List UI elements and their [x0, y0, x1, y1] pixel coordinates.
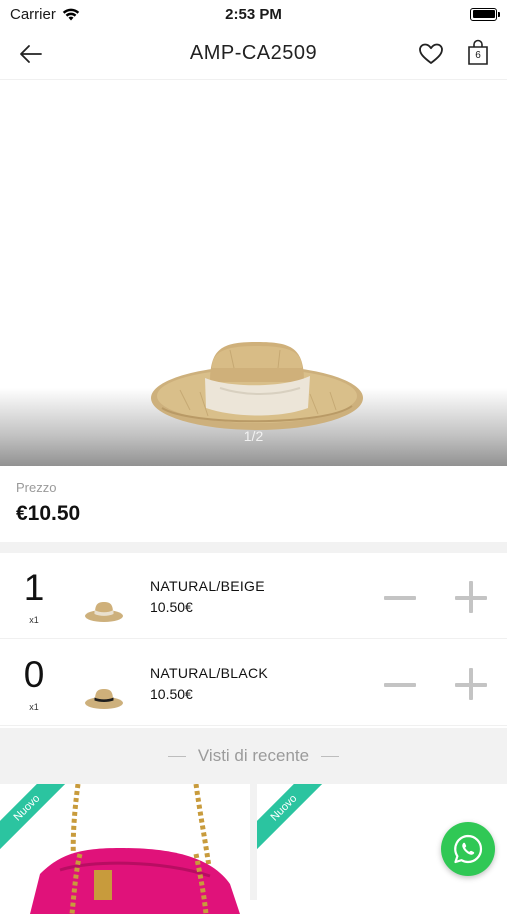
- increase-quantity-button[interactable]: [451, 577, 491, 617]
- product-image-gallery[interactable]: 1/2: [0, 80, 507, 466]
- price-label: Prezzo: [16, 480, 57, 495]
- decrease-quantity-button[interactable]: [380, 664, 420, 704]
- recently-viewed-section: Visti di recente Nuovo Nuovo: [0, 728, 507, 914]
- cart-button[interactable]: 6: [467, 39, 489, 67]
- whatsapp-button[interactable]: [441, 822, 495, 876]
- new-badge: Nuovo: [257, 784, 330, 854]
- divider: [0, 542, 507, 553]
- recently-viewed-title: Visti di recente: [197, 746, 310, 765]
- status-left: Carrier: [10, 6, 80, 23]
- wifi-icon: [62, 8, 80, 20]
- variant-thumbnail: [85, 689, 123, 709]
- price-value: €10.50: [16, 502, 81, 525]
- carrier-label: Carrier: [10, 5, 56, 23]
- variant-price: 10.50€: [150, 686, 193, 702]
- quantity-unit: x1: [29, 615, 39, 625]
- back-button[interactable]: [16, 40, 46, 68]
- increase-quantity-button[interactable]: [451, 664, 491, 704]
- variant-name: NATURAL/BEIGE: [150, 578, 265, 594]
- decrease-quantity-button[interactable]: [380, 577, 420, 617]
- variant-thumbnail: [85, 602, 123, 622]
- variant-row: 0 x1 NATURAL/BLACK 10.50€: [0, 640, 507, 726]
- heart-icon: [419, 43, 443, 64]
- quantity-unit: x1: [29, 702, 39, 712]
- variant-row: 1 x1 NATURAL/BEIGE 10.50€: [0, 553, 507, 639]
- variant-name: NATURAL/BLACK: [150, 665, 269, 681]
- divider-line: [167, 755, 186, 757]
- page-indicator: 1/2: [243, 428, 264, 444]
- price-section: Prezzo €10.50: [0, 466, 507, 542]
- quantity-value: 0: [23, 654, 45, 695]
- cart-count-badge: 6: [475, 50, 481, 61]
- nav-bar: AMP-CA2509 6: [0, 28, 507, 80]
- product-image-hat: [151, 342, 363, 430]
- arrow-left-icon: [20, 45, 42, 63]
- divider-line: [321, 755, 340, 757]
- recent-product-card[interactable]: Nuovo: [0, 784, 250, 914]
- variant-price: 10.50€: [150, 599, 193, 615]
- whatsapp-icon: [454, 834, 483, 864]
- recently-viewed-header: Visti di recente: [0, 728, 507, 784]
- wishlist-button[interactable]: [417, 40, 445, 68]
- status-bar: Carrier 2:53 PM: [0, 0, 507, 28]
- battery-icon: [470, 7, 500, 21]
- quantity-value: 1: [23, 567, 45, 608]
